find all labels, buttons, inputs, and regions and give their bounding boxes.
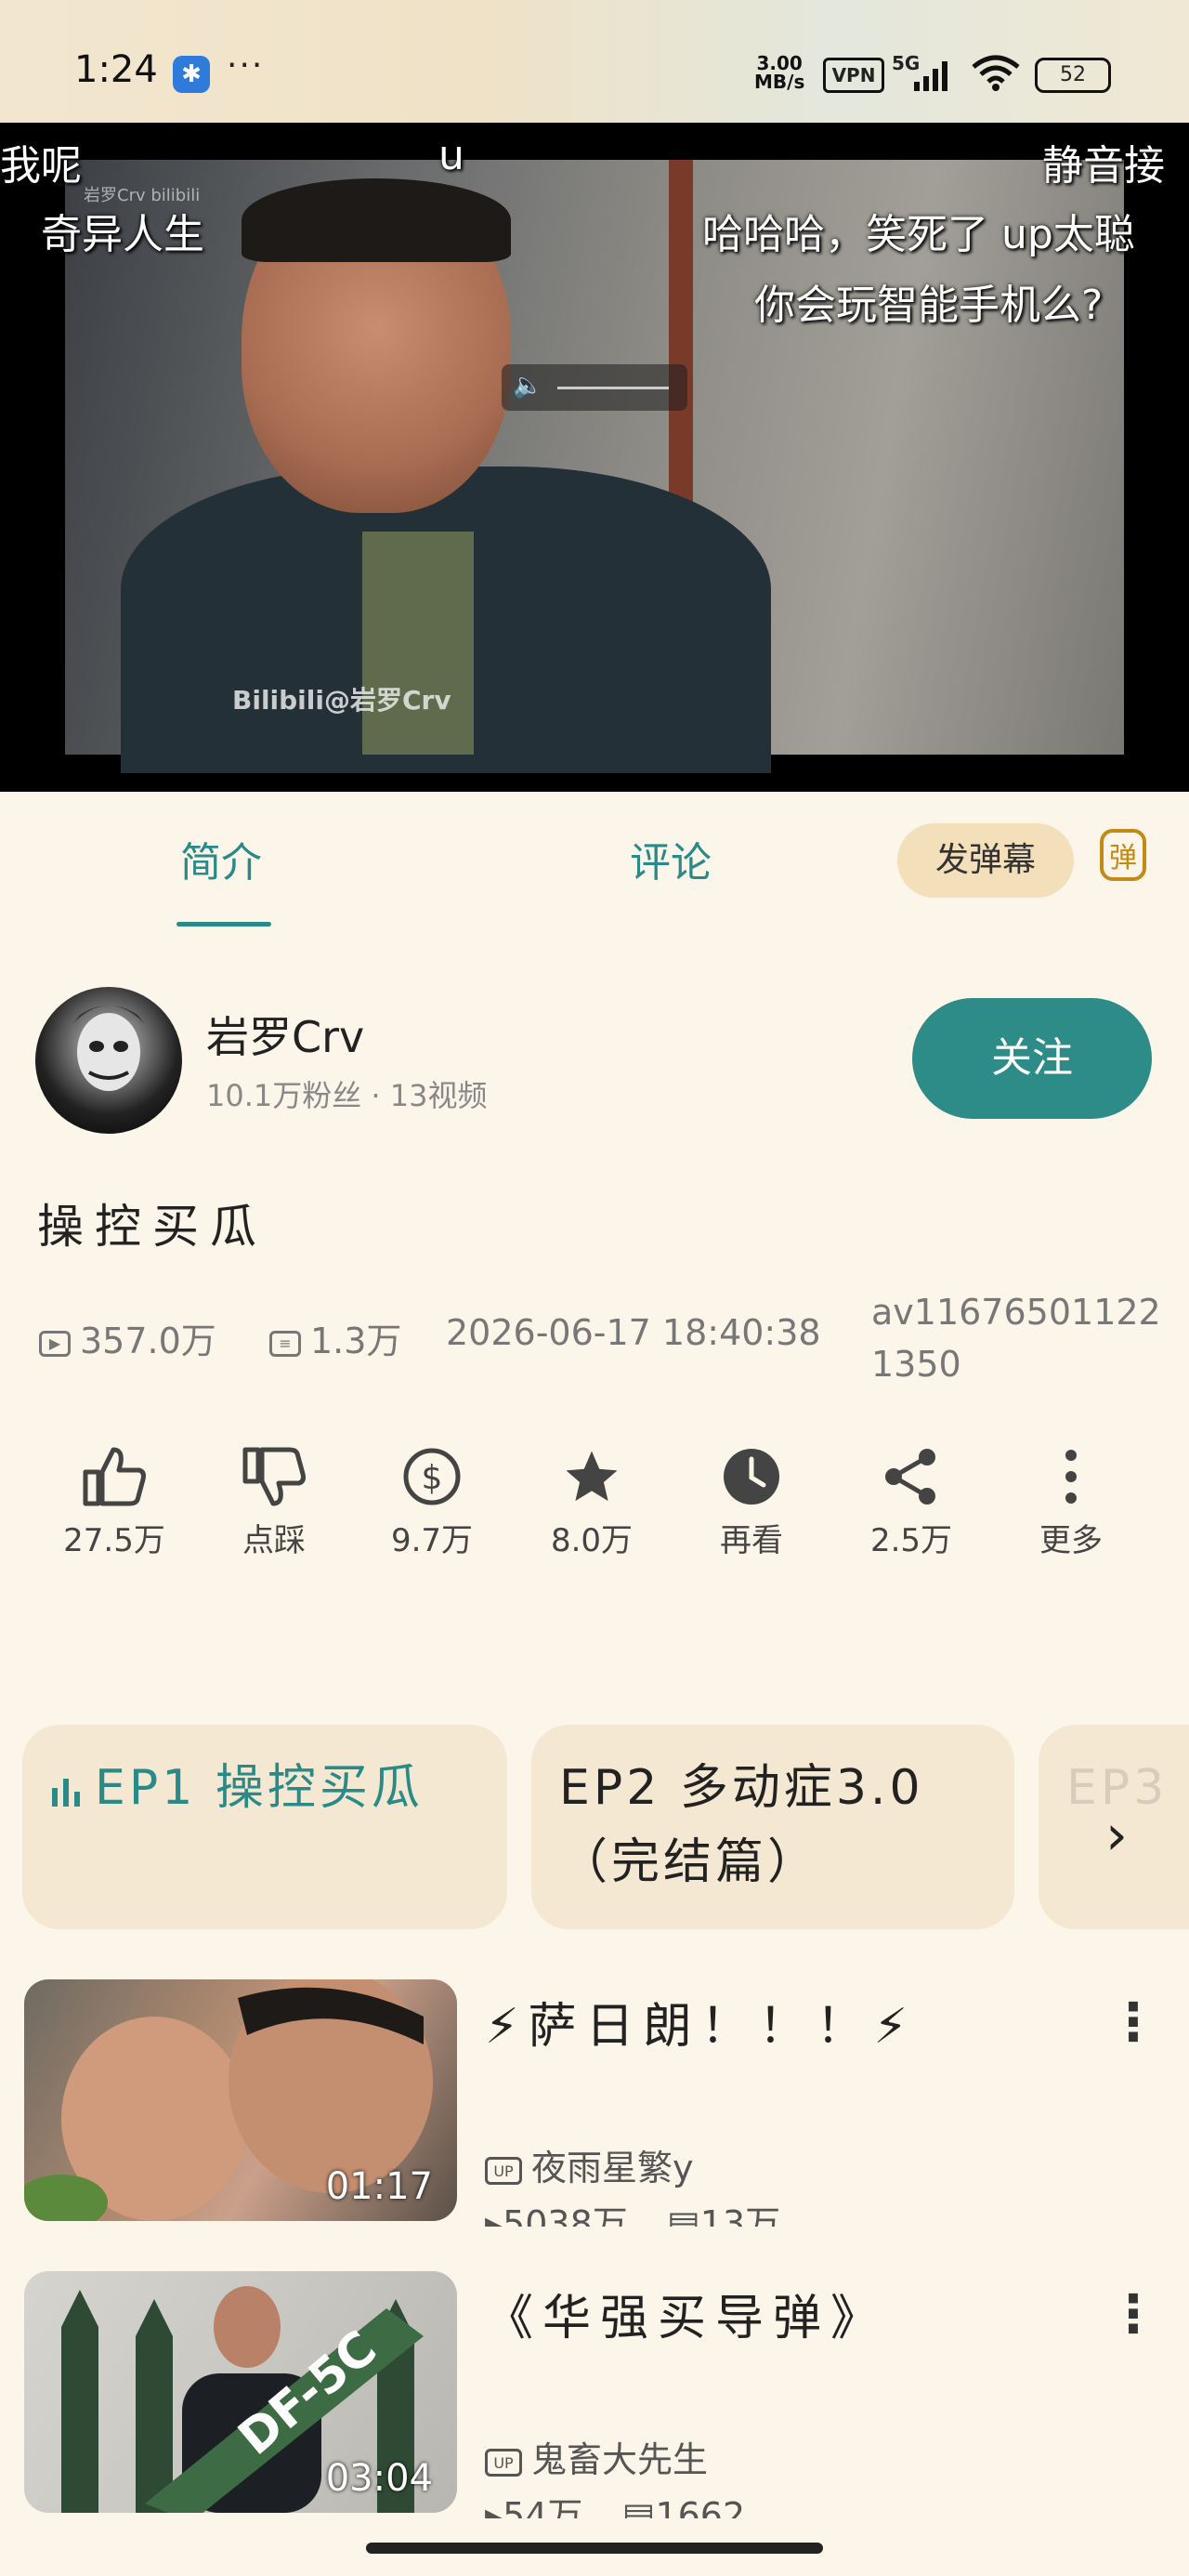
network-speed-unit: MB/s [754, 71, 805, 93]
send-danmaku-button[interactable]: 发弹幕 [897, 823, 1074, 898]
chevron-right-icon[interactable]: › [1105, 1803, 1128, 1868]
vpn-icon: VPN [823, 58, 884, 93]
share-icon [842, 1446, 981, 1511]
avatar[interactable] [35, 987, 182, 1134]
more-icon [1001, 1446, 1141, 1511]
danmaku-toggle-icon[interactable]: 弹 [1100, 829, 1146, 881]
network-speed-value: 3.00 [756, 52, 803, 74]
episode-label: EP1 操控买瓜 [95, 1760, 424, 1816]
avatar-joker-icon [72, 1005, 145, 1091]
like-button[interactable]: 27.5万 [45, 1446, 184, 1560]
video-title: 操控买瓜 [37, 1200, 268, 1254]
danmaku-count: ≡ 1.3万 [269, 1312, 401, 1363]
uploader-name: 夜雨星繁y [531, 2148, 694, 2188]
video-thumbnail[interactable]: 01:17 [24, 1979, 457, 2221]
coin-button[interactable]: $ 9.7万 [362, 1446, 502, 1560]
author-stats: 10.1万粉丝 · 13视频 [206, 1078, 488, 1113]
follow-button[interactable]: 关注 [912, 998, 1152, 1119]
recommended-video-title[interactable]: 《华强买导弹》 [485, 2279, 888, 2348]
view-count: ▶ 357.0万 [39, 1312, 216, 1363]
share-button[interactable]: 2.5万 [842, 1446, 981, 1560]
danmaku-count-value: 1.3万 [310, 1321, 402, 1361]
video-stats: ▸5038万 ▤13万 [485, 2195, 780, 2227]
danmaku-count-icon: ▤ [621, 2495, 656, 2518]
more-options-icon[interactable]: ⋮ [1107, 2284, 1159, 2345]
uploader[interactable]: UP 鬼畜大先生 [485, 2431, 708, 2482]
recommended-video-title[interactable]: ⚡萨日朗！！！⚡ [485, 1987, 917, 2057]
publish-date: 2026-06-17 18:40:38 [446, 1312, 821, 1353]
svg-text:$: $ [422, 1459, 443, 1497]
uploader-name: 鬼畜大先生 [531, 2439, 709, 2480]
more-options-icon[interactable]: ⋮ [1107, 1992, 1159, 2053]
video-thumbnail[interactable]: DF-5C 03:04 [24, 2271, 457, 2513]
episode-chip-active[interactable]: EP1 操控买瓜 [22, 1725, 507, 1929]
danmaku-comment: 我呢 [0, 142, 82, 190]
more-button[interactable]: 更多 [1001, 1446, 1141, 1560]
wifi-icon [972, 55, 1020, 91]
up-icon: UP [485, 2448, 522, 2477]
active-tab-indicator [176, 922, 271, 927]
person-hair [242, 178, 511, 262]
volume-indicator: 🔈 [502, 364, 687, 411]
video-player[interactable]: 岩罗Crv bilibili Bilibili@岩罗Crv 🔈 我呢 u 静音接… [0, 123, 1189, 792]
danmaku-count: 1662 [655, 2495, 746, 2518]
danmaku-comment: 你会玩智能手机么? [754, 282, 1104, 329]
share-count: 2.5万 [869, 1522, 953, 1559]
video-duration: 03:04 [325, 2457, 433, 2500]
video-watermark: Bilibili@岩罗Crv [232, 685, 451, 716]
video-stats: ▸54万 ▤1662 [485, 2487, 745, 2518]
play-count: 5038万 [503, 2203, 628, 2227]
danmaku-comment: u [438, 132, 464, 179]
episode-chip[interactable]: EP2 多动症3.0（完结篇） [531, 1725, 1014, 1929]
network-speed: 3.00 MB/s [754, 54, 804, 91]
dislike-label: 点踩 [242, 1522, 306, 1559]
play-count-icon: ▶ [39, 1330, 71, 1357]
video-duration: 01:17 [325, 2165, 433, 2208]
play-count-icon: ▸ [485, 2203, 503, 2227]
playing-bars-icon [50, 1754, 87, 1828]
play-count-icon: ▸ [485, 2495, 503, 2518]
more-label: 更多 [1039, 1522, 1103, 1559]
tab-intro[interactable]: 简介 [180, 829, 262, 888]
uploader[interactable]: UP 夜雨星繁y [485, 2139, 694, 2190]
episode-label: EP2 多动症3.0（完结篇） [559, 1760, 924, 1890]
star-icon [522, 1446, 661, 1511]
dislike-button[interactable]: 点踩 [204, 1446, 344, 1560]
view-count-value: 357.0万 [80, 1321, 216, 1361]
av-id[interactable]: av116765011221350 [871, 1286, 1178, 1390]
battery-icon: 52 [1035, 58, 1111, 93]
person-shirt [362, 532, 474, 755]
up-icon: UP [485, 2156, 522, 2185]
thumbs-up-icon [45, 1446, 184, 1511]
coin-count: 9.7万 [390, 1522, 474, 1559]
danmaku-count-icon: ▤ [666, 2203, 700, 2227]
speaker-icon: 🔈 [513, 372, 543, 400]
danmaku-comment: 奇异人生 [41, 211, 204, 258]
home-indicator[interactable] [366, 2543, 823, 2554]
signal-icon [914, 61, 947, 91]
favorite-button[interactable]: 8.0万 [522, 1446, 661, 1560]
watch-later-button[interactable]: 再看 [682, 1446, 821, 1560]
favorite-count: 8.0万 [550, 1522, 634, 1559]
author-name[interactable]: 岩罗Crv [206, 1004, 364, 1065]
status-time: 1:24 [74, 48, 158, 91]
play-count: 54万 [503, 2495, 583, 2518]
clock-icon [682, 1446, 821, 1511]
more-notifications-icon: ··· [227, 46, 265, 85]
watch-later-label: 再看 [720, 1522, 783, 1559]
danmaku-count: 13万 [699, 2203, 781, 2227]
tab-comments[interactable]: 评论 [630, 829, 712, 888]
volume-level-line [557, 387, 669, 389]
danmaku-comment: 哈哈哈，笑死了 up太聪 [702, 211, 1135, 258]
app-notification-icon: ✱ [173, 56, 210, 93]
danmaku-count-icon: ≡ [269, 1330, 301, 1357]
danmaku-comment: 静音接 [1042, 142, 1165, 190]
like-count: 27.5万 [63, 1522, 165, 1559]
coin-icon: $ [362, 1446, 502, 1511]
thumbs-down-icon [204, 1446, 344, 1511]
status-bar: 1:24 ✱ ··· 3.00 MB/s VPN 5G 52 [0, 0, 1189, 123]
